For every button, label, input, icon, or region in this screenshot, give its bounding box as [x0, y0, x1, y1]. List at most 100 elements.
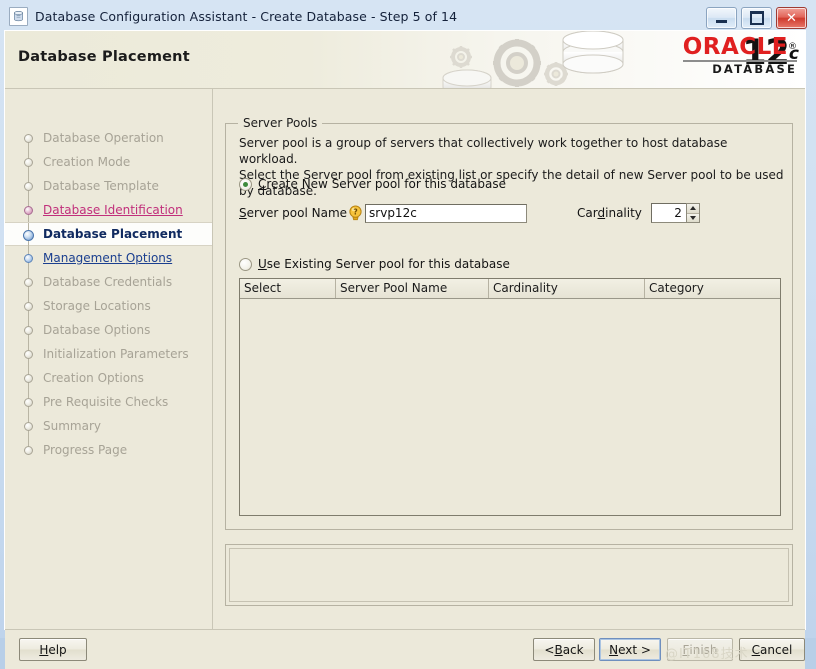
sidebar-item-label: Summary [43, 419, 101, 433]
cardinality-input[interactable] [650, 203, 686, 223]
page-title: Database Placement [18, 49, 190, 65]
step-dot-icon [24, 398, 33, 407]
sidebar-item-label: Storage Locations [43, 299, 151, 313]
sidebar-item-label: Creation Mode [43, 155, 131, 169]
table-column-header[interactable]: Cardinality [489, 279, 645, 298]
sidebar-item-creation-options: Creation Options [5, 366, 212, 390]
help-button[interactable]: Help [19, 638, 87, 661]
sidebar-item-label: Pre Requisite Checks [43, 395, 169, 409]
main-panel: Server Pools Server pool is a group of s… [213, 89, 805, 629]
step-dot-icon [24, 350, 33, 359]
chevron-up-icon [689, 206, 696, 211]
close-icon: ✕ [786, 10, 797, 26]
sidebar-item-label: Database Operation [43, 131, 164, 145]
button-mnemonic: F [682, 642, 690, 657]
tip-bulb-icon[interactable]: ? [348, 205, 363, 221]
sidebar-item-pre-requisite-checks: Pre Requisite Checks [5, 390, 212, 414]
button-mnemonic: C [751, 642, 761, 657]
stepper-down-button[interactable] [686, 213, 699, 222]
sidebar-item-label: Management Options [43, 251, 173, 265]
radio-use-existing-pool[interactable]: Use Existing Server pool for this databa… [239, 257, 510, 271]
window-controls: ✕ [706, 7, 807, 29]
oracle-product-name: DATABASE [712, 62, 797, 76]
close-button[interactable]: ✕ [776, 7, 807, 29]
sidebar-item-database-template: Database Template [5, 174, 212, 198]
sidebar-item-label: Database Options [43, 323, 151, 337]
step-dot-icon [24, 254, 33, 263]
step-dot-icon [24, 158, 33, 167]
sidebar-item-database-credentials: Database Credentials [5, 270, 212, 294]
finish-button: Finish [667, 638, 733, 661]
sidebar-item-label: Database Placement [43, 227, 183, 241]
message-panel [225, 544, 793, 606]
sidebar-item-label: Database Identification [43, 203, 183, 217]
step-dot-icon [23, 230, 34, 241]
client-area: Database Placement 12c ORACLE® DATABASE … [4, 30, 806, 669]
button-mnemonic: N [609, 642, 619, 657]
svg-text:?: ? [353, 208, 357, 217]
database-assistant-icon [9, 7, 28, 26]
button-label-prefix: < [544, 642, 555, 657]
server-pools-group: Server Pools Server pool is a group of s… [225, 116, 793, 530]
button-label-rest: ext > [618, 642, 651, 657]
table-column-header[interactable]: Select [240, 279, 336, 298]
radio-use-existing-pool-indicator[interactable] [239, 257, 252, 271]
pool-name-label: Server pool Name [239, 206, 348, 220]
oracle-wordmark: ORACLE [682, 34, 788, 60]
message-panel-inner [229, 548, 789, 602]
radio-create-new-pool-indicator[interactable] [239, 177, 252, 191]
description-line-1: Server pool is a group of servers that c… [239, 136, 728, 166]
button-label-rest: inish [689, 642, 718, 657]
cancel-button[interactable]: Cancel [739, 638, 805, 661]
button-mnemonic: B [554, 642, 563, 657]
step-dot-icon [24, 326, 33, 335]
chevron-down-icon [689, 215, 696, 220]
title-bar[interactable]: Database Configuration Assistant - Creat… [3, 3, 813, 30]
table-column-header[interactable]: Category [645, 279, 780, 298]
button-mnemonic: H [39, 642, 49, 657]
sidebar-item-label: Progress Page [43, 443, 128, 457]
sidebar-item-database-operation: Database Operation [5, 126, 212, 150]
radio-use-existing-pool-label: Use Existing Server pool for this databa… [258, 257, 510, 271]
sidebar-item-storage-locations: Storage Locations [5, 294, 212, 318]
button-bar: Help < Back Next > Finish Cancel [5, 629, 805, 669]
minimize-button[interactable] [706, 7, 737, 29]
step-list: Database Operation Creation Mode Database … [5, 126, 212, 462]
button-label-rest: ancel [760, 642, 793, 657]
sidebar-item-database-options: Database Options [5, 318, 212, 342]
sidebar-item-summary: Summary [5, 414, 212, 438]
server-pool-name-input[interactable] [365, 203, 528, 223]
group-title: Server Pools [238, 116, 323, 130]
stepper-up-button[interactable] [686, 204, 699, 214]
sidebar-item-database-identification[interactable]: Database Identification [5, 198, 212, 222]
next-button[interactable]: Next > [599, 638, 661, 661]
registered-mark: ® [788, 42, 797, 52]
sidebar-item-creation-mode: Creation Mode [5, 150, 212, 174]
maximize-button[interactable] [741, 7, 772, 29]
cardinality-label: Cardinality [577, 206, 642, 220]
sidebar-item-label: Database Template [43, 179, 159, 193]
radio-create-new-pool[interactable]: Create New Server pool for this database [239, 177, 506, 191]
step-dot-icon [24, 302, 33, 311]
application-window: Database Configuration Assistant - Creat… [0, 0, 816, 669]
table-header-row: Select Server Pool Name Cardinality Categor… [240, 279, 780, 299]
button-label-rest: elp [48, 642, 67, 657]
sidebar-item-management-options[interactable]: Management Options [5, 246, 212, 270]
back-button[interactable]: < Back [533, 638, 595, 661]
maximize-icon [749, 11, 764, 25]
sidebar-item-label: Database Credentials [43, 275, 173, 289]
step-dot-icon [24, 206, 33, 215]
cardinality-stepper-buttons[interactable] [685, 203, 700, 223]
pool-name-row: Server pool Name ? Cardinality [239, 203, 700, 223]
step-dot-icon [24, 374, 33, 383]
cardinality-stepper[interactable] [650, 203, 700, 223]
sidebar-item-database-placement[interactable]: Database Placement [5, 222, 212, 247]
table-column-header[interactable]: Server Pool Name [336, 279, 489, 298]
sidebar-item-label: Creation Options [43, 371, 144, 385]
oracle-logo: ORACLE® DATABASE [682, 34, 797, 76]
steps-sidebar: Database Operation Creation Mode Database … [5, 89, 213, 629]
server-pools-table[interactable]: Select Server Pool Name Cardinality Categor… [239, 278, 781, 516]
button-label-rest: ack [562, 642, 584, 657]
sidebar-item-initialization-parameters: Initialization Parameters [5, 342, 212, 366]
window-title: Database Configuration Assistant - Creat… [35, 9, 458, 24]
